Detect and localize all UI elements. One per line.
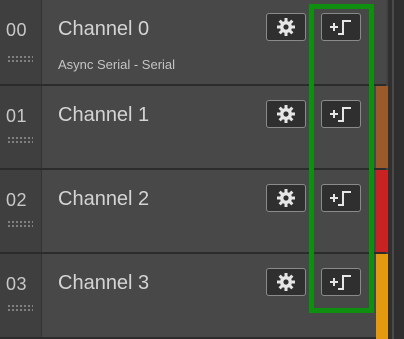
channel-index-column: 02	[0, 170, 42, 252]
channel-index-column: 01	[0, 86, 42, 168]
channel-color-strip	[376, 170, 388, 252]
channel-color-strip	[376, 86, 388, 168]
highlight-box	[309, 4, 374, 313]
channel-list-panel: 00 Channel 0 Async Serial - Serial 01 Ch…	[0, 0, 404, 339]
divider	[392, 0, 394, 339]
channel-name[interactable]: Channel 3	[58, 272, 149, 295]
drag-handle-icon[interactable]	[7, 220, 33, 228]
gear-icon	[277, 273, 295, 291]
channel-settings-button[interactable]	[266, 100, 306, 128]
channel-settings-button[interactable]	[266, 184, 306, 212]
drag-handle-icon[interactable]	[7, 304, 33, 312]
channel-index: 02	[6, 190, 28, 210]
drag-handle-icon[interactable]	[7, 136, 33, 144]
gear-icon	[277, 189, 295, 207]
channel-settings-button[interactable]	[266, 13, 306, 41]
channel-analyzer-label[interactable]: Async Serial - Serial	[58, 57, 175, 72]
channel-index: 01	[6, 106, 28, 126]
channel-index: 00	[6, 20, 28, 40]
channel-index-column: 00	[0, 0, 42, 84]
channel-settings-button[interactable]	[266, 268, 306, 296]
gear-icon	[277, 105, 295, 123]
channel-name[interactable]: Channel 1	[58, 104, 149, 127]
channel-color-strip	[376, 254, 388, 339]
channel-index: 03	[6, 274, 28, 294]
drag-handle-icon[interactable]	[7, 55, 33, 63]
gear-icon	[277, 18, 295, 36]
waveform-area-edge	[388, 0, 404, 339]
channel-index-column: 03	[0, 254, 42, 337]
channel-name[interactable]: Channel 0	[58, 18, 149, 41]
channel-name[interactable]: Channel 2	[58, 188, 149, 211]
